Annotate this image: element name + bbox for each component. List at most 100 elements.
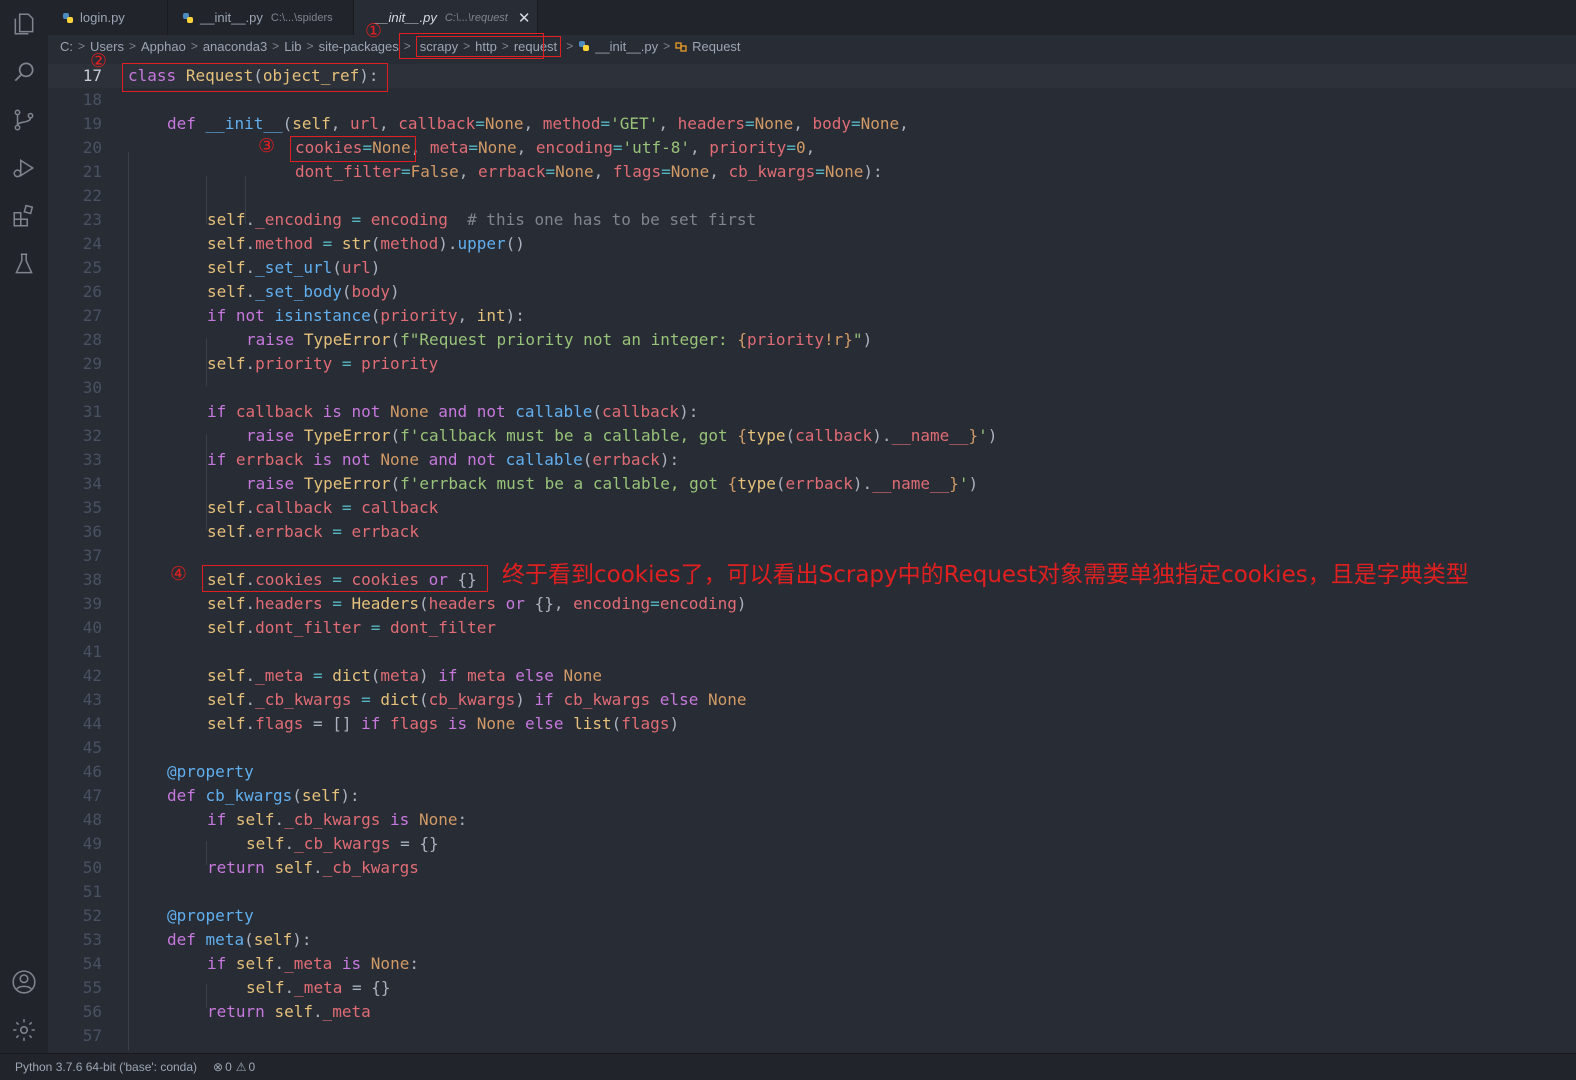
- tab-label: __init__.py: [200, 10, 263, 25]
- line-number: 43: [82, 690, 102, 709]
- code-line: 48 if self._cb_kwargs is None:: [48, 808, 1576, 832]
- code-text: self.errback = errback: [207, 522, 419, 541]
- code-line: 51: [48, 880, 1576, 904]
- code-text: self._set_url(url): [207, 258, 381, 277]
- code-text: self.method = str(method).upper(): [207, 234, 525, 253]
- code-text: def cb_kwargs(self):: [167, 786, 360, 805]
- code-text: self._cb_kwargs = {}: [246, 834, 439, 853]
- run-debug-icon[interactable]: [0, 144, 48, 192]
- code-line: 21 dont_filter=False, errback=None, flags…: [48, 160, 1576, 184]
- code-line: 47 def cb_kwargs(self):: [48, 784, 1576, 808]
- status-bar: Python 3.7.6 64-bit ('base': conda) ⊗ 0 ⚠ 0: [0, 1053, 1576, 1080]
- line-number: 28: [82, 330, 102, 349]
- code-text: self.callback = callback: [207, 498, 439, 517]
- code-line: 39 self.headers = Headers(headers or {}, …: [48, 592, 1576, 616]
- tab-label: __init__.py: [374, 10, 437, 25]
- chevron-right-icon: >: [566, 39, 574, 53]
- annotation-box-cookies-param: [290, 136, 416, 162]
- tab-label: login.py: [80, 10, 125, 25]
- python-file-icon: [183, 12, 193, 23]
- crumb-site-packages[interactable]: site-packages: [319, 39, 399, 54]
- code-line: 52 @property: [48, 904, 1576, 928]
- settings-gear-icon[interactable]: [0, 1006, 48, 1054]
- source-control-icon[interactable]: [0, 96, 48, 144]
- crumb-apphao[interactable]: Apphao: [141, 39, 186, 54]
- code-text: self.priority = priority: [207, 354, 439, 373]
- python-interpreter[interactable]: Python 3.7.6 64-bit ('base': conda): [15, 1060, 197, 1074]
- code-text: if not isinstance(priority, int):: [207, 306, 525, 325]
- line-number: 19: [82, 114, 102, 133]
- line-number: 36: [82, 522, 102, 541]
- line-number: 48: [82, 810, 102, 829]
- line-number: 18: [82, 90, 102, 109]
- close-icon[interactable]: ✕: [518, 9, 531, 27]
- code-line: 24 self.method = str(method).upper(): [48, 232, 1576, 256]
- line-number: 57: [82, 1026, 102, 1045]
- testing-icon[interactable]: [0, 240, 48, 288]
- line-number: 27: [82, 306, 102, 325]
- code-text: if self._meta is None:: [207, 954, 419, 973]
- explorer-icon[interactable]: [0, 0, 48, 48]
- warning-icon: ⚠: [235, 1060, 247, 1074]
- chevron-right-icon: >: [663, 39, 671, 53]
- code-line: 55 self._meta = {}: [48, 976, 1576, 1000]
- code-line: 53 def meta(self):: [48, 928, 1576, 952]
- problems-indicator[interactable]: ⊗ 0 ⚠ 0: [213, 1060, 271, 1074]
- line-number: 37: [82, 546, 102, 565]
- code-text: self._meta = dict(meta) if meta else Non…: [207, 666, 602, 685]
- code-text: self.flags = [] if flags is None else li…: [207, 714, 680, 733]
- line-number: 22: [82, 186, 102, 205]
- code-line: 28 raise TypeError(f"Request priority not…: [48, 328, 1576, 352]
- line-number: 44: [82, 714, 102, 733]
- line-number: 29: [82, 354, 102, 373]
- line-number: 32: [82, 426, 102, 445]
- code-line: 23 self._encoding = encoding # this one h…: [48, 208, 1576, 232]
- crumb-drive[interactable]: C:: [60, 39, 73, 54]
- chevron-right-icon: >: [78, 39, 86, 53]
- chevron-right-icon: >: [190, 39, 198, 53]
- line-number: 49: [82, 834, 102, 853]
- annotation-note: 终于看到cookies了，可以看出Scrapy中的Request对象需要单独指定…: [502, 562, 1469, 588]
- code-line: 22: [48, 184, 1576, 208]
- crumb-file[interactable]: __init__.py: [595, 39, 658, 54]
- search-icon[interactable]: [0, 48, 48, 96]
- accounts-icon[interactable]: [0, 958, 48, 1006]
- code-line: 35 self.callback = callback: [48, 496, 1576, 520]
- error-icon: ⊗: [213, 1060, 224, 1074]
- code-line: 30: [48, 376, 1576, 400]
- line-number: 38: [82, 570, 102, 589]
- line-number: 54: [82, 954, 102, 973]
- annotation-marker-1: ①: [365, 20, 383, 42]
- code-line: 45: [48, 736, 1576, 760]
- tab-init-spiders[interactable]: __init__.py C:\...\spiders: [168, 0, 354, 35]
- code-text: return self._cb_kwargs: [207, 858, 419, 877]
- code-text: if callback is not None and not callable…: [207, 402, 699, 421]
- crumb-anaconda3[interactable]: anaconda3: [203, 39, 267, 54]
- code-text: raise TypeError(f'callback must be a cal…: [246, 426, 998, 445]
- code-text: return self._meta: [207, 1002, 371, 1021]
- line-number: 47: [82, 786, 102, 805]
- code-line: 26 self._set_body(body): [48, 280, 1576, 304]
- annotation-box-class: [122, 63, 388, 92]
- annotation-box-cookies-assign: [202, 565, 488, 592]
- line-number: 53: [82, 930, 102, 949]
- code-line: 42 self._meta = dict(meta) if meta else N…: [48, 664, 1576, 688]
- code-text: raise TypeError(f"Request priority not a…: [246, 330, 873, 349]
- code-text: raise TypeError(f'errback must be a call…: [246, 474, 979, 493]
- code-text: self._encoding = encoding # this one has…: [207, 210, 757, 229]
- tab-login-py[interactable]: login.py: [48, 0, 168, 35]
- line-number: 51: [82, 882, 102, 901]
- line-number: 50: [82, 858, 102, 877]
- line-number: 21: [82, 162, 102, 181]
- editor-tab-bar: login.py __init__.py C:\...\spiders __in…: [48, 0, 1576, 35]
- chevron-right-icon: >: [128, 39, 136, 53]
- crumb-symbol[interactable]: Request: [692, 39, 740, 54]
- line-number: 34: [82, 474, 102, 493]
- code-line: 36 self.errback = errback: [48, 520, 1576, 544]
- extensions-icon[interactable]: [0, 192, 48, 240]
- chevron-right-icon: >: [306, 39, 314, 53]
- line-number: 45: [82, 738, 102, 757]
- line-number: 31: [82, 402, 102, 421]
- code-text: def meta(self):: [167, 930, 312, 949]
- crumb-lib[interactable]: Lib: [284, 39, 301, 54]
